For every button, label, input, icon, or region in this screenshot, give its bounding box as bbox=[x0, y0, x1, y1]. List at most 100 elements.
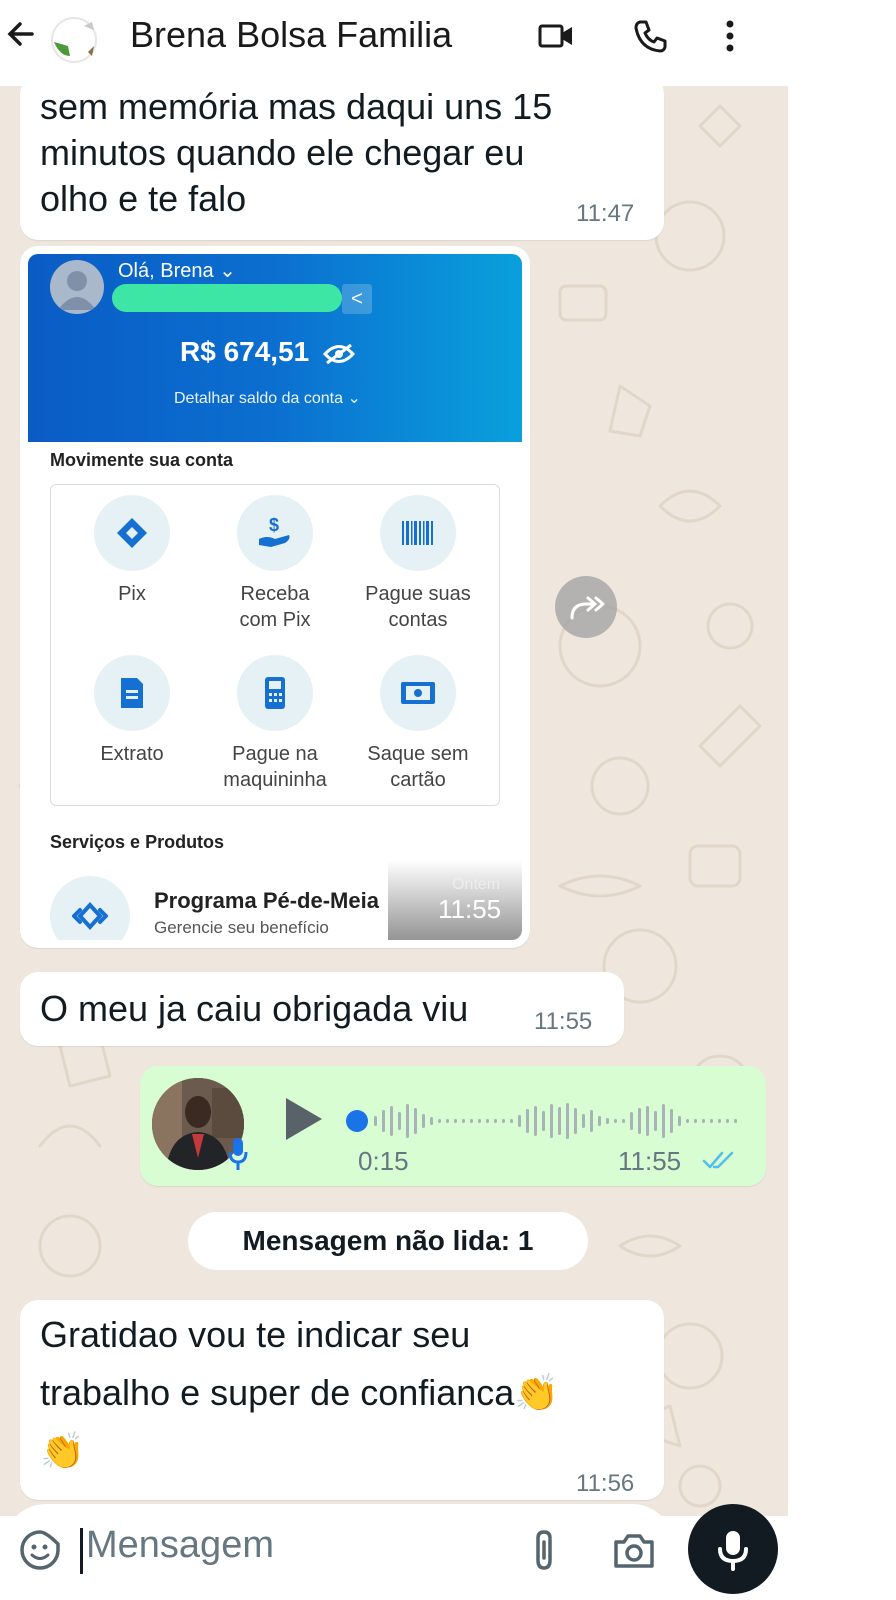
action-pix: Pix bbox=[57, 495, 207, 607]
bank-header: Olá, Brena ⌄ < R$ 674,51 Detalhar saldo … bbox=[28, 254, 522, 442]
action-label: Extrato bbox=[100, 743, 164, 765]
shared-screenshot-image[interactable]: Olá, Brena ⌄ < R$ 674,51 Detalhar saldo … bbox=[28, 254, 522, 940]
waveform-bar bbox=[638, 1108, 641, 1134]
action-label: Receba bbox=[240, 583, 310, 605]
waveform-bar bbox=[382, 1110, 385, 1132]
program-title: Programa Pé-de-Meia bbox=[154, 888, 379, 913]
waveform-bar bbox=[510, 1119, 513, 1123]
voice-call-icon[interactable] bbox=[630, 16, 670, 56]
message-bubble-incoming[interactable]: sem memória mas daqui uns 15 minutos qua… bbox=[20, 76, 664, 240]
action-label: Saque sem bbox=[367, 743, 469, 765]
message-text-line: O meu ja caiu obrigada viu bbox=[40, 988, 469, 1029]
waveform-bar bbox=[438, 1119, 441, 1123]
share-icon: < bbox=[342, 284, 372, 314]
statement-icon bbox=[121, 678, 143, 708]
card-machine-icon bbox=[265, 677, 285, 709]
playback-position-handle[interactable] bbox=[346, 1110, 368, 1132]
waveform-bar bbox=[390, 1106, 393, 1136]
chevron-down-icon: ⌄ bbox=[219, 260, 236, 282]
waveform-bar bbox=[614, 1119, 617, 1123]
waveform-bar bbox=[630, 1112, 633, 1130]
hide-balance-icon bbox=[322, 343, 356, 364]
message-time: 11:55 bbox=[618, 1146, 682, 1176]
redaction-scribble bbox=[112, 284, 342, 312]
svg-text:$: $ bbox=[269, 515, 279, 535]
waveform-bar bbox=[662, 1104, 665, 1138]
waveform-bar bbox=[398, 1112, 401, 1130]
waveform-bar bbox=[734, 1119, 737, 1123]
voice-duration: 0:15 bbox=[358, 1146, 409, 1176]
cash-withdraw-icon bbox=[401, 682, 435, 704]
waveform-bar bbox=[718, 1119, 721, 1123]
unread-messages-banner: Mensagem não lida: 1 bbox=[188, 1212, 588, 1270]
waveform-bar bbox=[670, 1109, 673, 1133]
waveform-bar bbox=[566, 1103, 569, 1139]
message-text-line: 👏 bbox=[40, 1430, 85, 1471]
waveform-bar bbox=[550, 1104, 553, 1138]
message-time: 11:55 bbox=[534, 1008, 593, 1035]
play-icon[interactable] bbox=[286, 1098, 322, 1140]
waveform-bar bbox=[486, 1119, 489, 1123]
waveform-bar bbox=[654, 1111, 657, 1131]
contact-avatar[interactable] bbox=[44, 12, 110, 68]
waveform-bar bbox=[590, 1110, 593, 1132]
message-text-line: sem memória mas daqui uns 15 bbox=[40, 86, 553, 127]
waveform-bar bbox=[462, 1119, 465, 1123]
waveform-bar bbox=[406, 1104, 409, 1138]
balance-amount: R$ 674,51 bbox=[180, 336, 356, 368]
detail-link-label: Detalhar saldo da conta bbox=[174, 390, 343, 407]
waveform-bar bbox=[686, 1119, 689, 1123]
waveform-bar bbox=[542, 1111, 545, 1131]
waveform-bar bbox=[598, 1116, 601, 1126]
waveform-bar bbox=[446, 1119, 449, 1123]
waveform-bar bbox=[710, 1119, 713, 1123]
waveform-bar bbox=[374, 1116, 377, 1126]
read-receipt-icon bbox=[702, 1151, 734, 1169]
action-cash-withdraw: Saque sem cartão bbox=[343, 655, 493, 793]
attach-icon[interactable] bbox=[526, 1528, 562, 1572]
right-margin bbox=[788, 0, 896, 1600]
audio-waveform[interactable] bbox=[370, 1100, 750, 1142]
greeting-text: Olá, Brena ⌄ bbox=[118, 258, 236, 283]
contact-name[interactable]: Brena Bolsa Familia bbox=[130, 14, 452, 56]
chevron-down-icon: ⌄ bbox=[347, 390, 361, 407]
voice-message-bubble[interactable]: 0:15 11:55 bbox=[140, 1066, 766, 1186]
waveform-bar bbox=[526, 1109, 529, 1133]
back-arrow-icon[interactable] bbox=[2, 14, 42, 54]
receive-money-icon: $ bbox=[259, 515, 290, 547]
barcode-icon bbox=[402, 521, 433, 545]
overlay-label: Ontem bbox=[452, 876, 501, 893]
action-label: maquininha bbox=[223, 769, 327, 791]
message-text-line: olho e te falo bbox=[40, 178, 247, 219]
video-call-icon[interactable] bbox=[536, 16, 576, 56]
text-cursor bbox=[80, 1528, 83, 1574]
waveform-bar bbox=[534, 1106, 537, 1136]
waveform-bar bbox=[558, 1107, 561, 1135]
waveform-bar bbox=[702, 1119, 705, 1123]
waveform-bar bbox=[606, 1118, 609, 1124]
waveform-bar bbox=[494, 1119, 497, 1123]
actions-grid: Pix $ Receba com Pix Pague suas contas Ext… bbox=[50, 484, 500, 806]
greeting-label: Olá, Brena bbox=[118, 260, 214, 282]
waveform-bar bbox=[694, 1119, 697, 1123]
message-time: 11:47 bbox=[576, 200, 635, 227]
action-statement: Extrato bbox=[57, 655, 207, 767]
message-text-line: Gratidao vou te indicar seu bbox=[40, 1314, 471, 1355]
waveform-bar bbox=[678, 1116, 681, 1126]
message-time: 11:56 bbox=[576, 1470, 635, 1497]
program-icon bbox=[50, 876, 130, 940]
program-subtitle: Gerencie seu benefício bbox=[154, 918, 329, 937]
waveform-bar bbox=[622, 1119, 625, 1123]
waveform-bar bbox=[502, 1119, 505, 1123]
message-bubble-incoming[interactable]: Gratidao vou te indicar seu trabalho e s… bbox=[20, 1300, 664, 1500]
waveform-bar bbox=[430, 1117, 433, 1125]
message-bubble-incoming[interactable]: O meu ja caiu obrigada viu 11:55 bbox=[20, 972, 624, 1046]
message-input[interactable]: Mensagem bbox=[86, 1524, 274, 1567]
camera-icon[interactable] bbox=[612, 1530, 656, 1570]
record-voice-button[interactable] bbox=[688, 1504, 778, 1594]
more-options-icon[interactable] bbox=[710, 16, 750, 56]
section-title: Serviços e Produtos bbox=[50, 832, 225, 852]
waveform-bar bbox=[518, 1115, 521, 1127]
emoji-icon[interactable] bbox=[18, 1528, 62, 1572]
forward-icon[interactable] bbox=[555, 576, 617, 638]
